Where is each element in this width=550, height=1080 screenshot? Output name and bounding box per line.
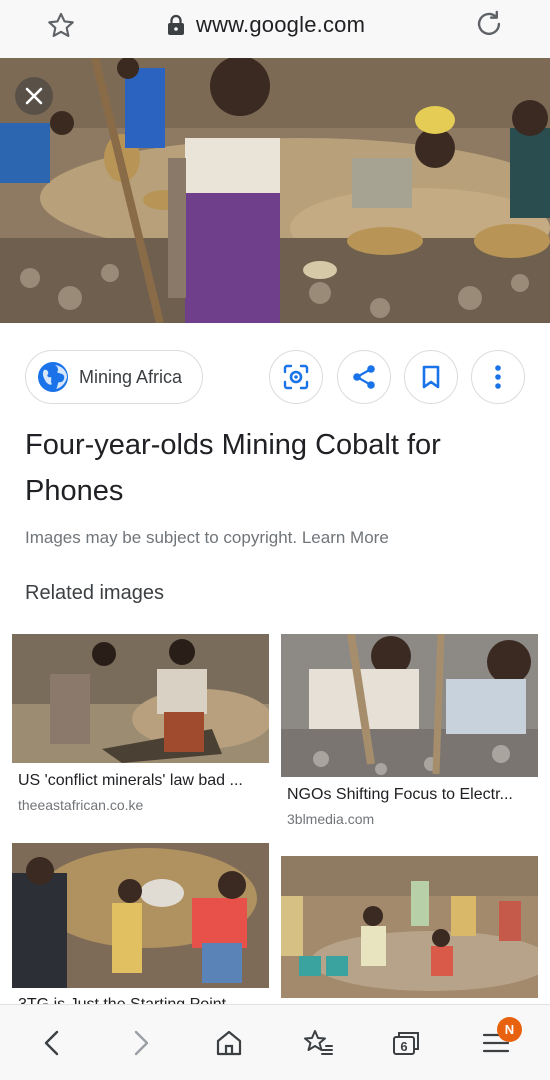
back-button[interactable] <box>32 1023 72 1063</box>
lock-icon <box>168 14 184 35</box>
related-image-4[interactable] <box>281 856 538 998</box>
page-title[interactable]: Four-year-olds Mining Cobalt for Phones <box>25 422 525 514</box>
bookmark-star-icon[interactable] <box>44 9 78 43</box>
home-button[interactable] <box>209 1023 249 1063</box>
tab-count: 6 <box>400 1039 407 1054</box>
forward-arrow-icon <box>134 1030 149 1056</box>
notification-badge: N <box>497 1017 522 1042</box>
url-text: www.google.com <box>196 12 366 37</box>
reload-icon[interactable] <box>472 7 506 41</box>
related-image-2[interactable] <box>281 634 538 777</box>
lens-icon <box>283 364 309 390</box>
source-name: Mining Africa <box>79 366 183 387</box>
related-image-2-photo <box>281 634 538 777</box>
copyright-notice[interactable]: Images may be subject to copyright. Lear… <box>25 528 389 548</box>
share-icon <box>353 365 375 389</box>
related-image-1[interactable] <box>12 634 269 763</box>
related-image-1-caption[interactable]: US 'conflict minerals' law bad ... <box>18 772 266 790</box>
bottom-navigation: 6 N <box>0 1004 550 1080</box>
back-arrow-icon <box>44 1030 59 1056</box>
tabs-icon: 6 <box>393 1032 419 1055</box>
source-chip[interactable]: Mining Africa <box>25 350 203 404</box>
close-button[interactable] <box>15 77 53 115</box>
lens-button[interactable] <box>269 350 323 404</box>
related-image-2-domain: 3blmedia.com <box>287 811 375 827</box>
main-image[interactable] <box>0 58 550 323</box>
url-display[interactable]: www.google.com <box>166 10 365 40</box>
bookmarks-star-icon <box>304 1030 333 1055</box>
globe-icon <box>38 362 68 392</box>
more-vertical-icon <box>495 365 501 389</box>
close-icon <box>25 87 43 105</box>
related-image-3-photo <box>12 843 269 988</box>
related-image-1-domain: theeastafrican.co.ke <box>18 797 144 813</box>
more-options-button[interactable] <box>471 350 525 404</box>
related-images-heading: Related images <box>25 582 164 604</box>
related-image-1-photo <box>12 634 269 763</box>
address-bar: www.google.com <box>0 0 550 58</box>
related-image-3[interactable] <box>12 843 269 988</box>
home-icon <box>216 1030 242 1056</box>
related-image-2-caption[interactable]: NGOs Shifting Focus to Electr... <box>287 786 535 804</box>
bookmarks-button[interactable] <box>298 1023 338 1063</box>
bookmark-icon <box>422 365 440 389</box>
forward-button[interactable] <box>121 1023 161 1063</box>
save-button[interactable] <box>404 350 458 404</box>
tabs-button[interactable]: 6 <box>386 1023 426 1063</box>
related-image-4-photo <box>281 856 538 998</box>
share-button[interactable] <box>337 350 391 404</box>
main-image-photo <box>0 58 550 323</box>
